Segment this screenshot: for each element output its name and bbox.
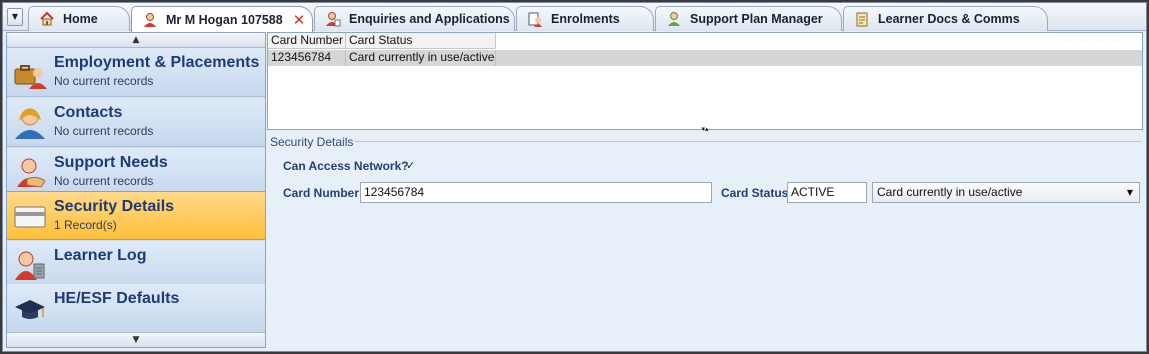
documents-icon (856, 12, 868, 27)
sidebar-item-contacts[interactable]: Contacts No current records (7, 98, 265, 147)
sidebar-item-employment-placements[interactable]: Employment & Placements No current recor… (7, 48, 265, 97)
sidebar-item-title: Security Details (54, 198, 175, 215)
tab-enrolments[interactable]: Enrolments (516, 6, 654, 31)
tab-support-plan-manager[interactable]: Support Plan Manager (655, 6, 842, 31)
card-number-label: Card Number (283, 186, 360, 200)
sidebar-item-subtitle: No current records (54, 74, 154, 88)
can-access-network-label: Can Access Network? (283, 159, 409, 173)
tab-learner-docs-label: Learner Docs & Comms (878, 12, 1020, 26)
card-status-label: Card Status (721, 186, 789, 200)
person-enquiry-icon (326, 12, 341, 27)
contacts-icon (15, 108, 45, 139)
sidebar-item-title: Support Needs (54, 154, 168, 171)
card-status-dropdown-value: Card currently in use/active (877, 185, 1023, 199)
security-details-panel: Security Details Can Access Network? ✓ C… (267, 131, 1143, 348)
sidebar-item-he-esf-defaults[interactable]: HE/ESF Defaults (7, 284, 265, 333)
sidebar-item-subtitle: No current records (54, 124, 154, 138)
tab-learner-record-label: Mr M Hogan 107588 (166, 12, 283, 27)
chevron-down-icon[interactable]: ▼ (1127, 183, 1133, 202)
tab-enrolments-label: Enrolments (551, 12, 620, 26)
sidebar-item-support-needs[interactable]: Support Needs No current records (7, 148, 265, 197)
table-cell-card-number: 123456784 (268, 50, 346, 66)
sidebar-item-subtitle: 1 Record(s) (54, 218, 117, 232)
card-icon (14, 206, 46, 228)
sidebar-item-title: HE/ESF Defaults (54, 290, 180, 307)
column-header-card-status[interactable]: Card Status (346, 33, 496, 49)
support-plan-icon (668, 12, 680, 26)
sidebar-item-title: Employment & Placements (54, 54, 260, 71)
learner-log-icon (15, 251, 45, 280)
sidebar-item-learner-log[interactable]: Learner Log (7, 241, 265, 290)
sidebar-scroll-up-button[interactable]: ▲ (7, 33, 265, 48)
tab-list-dropdown-button[interactable]: ▼ (7, 8, 23, 26)
card-status-code-field[interactable]: ACTIVE (787, 182, 867, 203)
can-access-network-checkbox[interactable]: ✓ (406, 159, 415, 172)
column-header-card-number[interactable]: Card Number (268, 33, 346, 49)
tab-support-plan-manager-label: Support Plan Manager (690, 12, 823, 26)
group-title: Security Details (270, 135, 354, 149)
sidebar-item-title: Learner Log (54, 247, 147, 264)
table-cell-card-status: Card currently in use/active (346, 50, 496, 66)
enrolments-icon (528, 12, 542, 27)
sidebar-item-subtitle: No current records (54, 174, 154, 188)
table-row[interactable]: 123456784 Card currently in use/active (268, 50, 1142, 66)
sidebar-scroll-down-button[interactable]: ▼ (7, 332, 265, 347)
home-icon (40, 11, 54, 26)
tab-home[interactable]: Home (28, 6, 130, 31)
sidebar: ▲ Employment & Placements No current rec… (6, 32, 266, 348)
grid-header: Card Number Card Status (268, 33, 496, 49)
panel-splitter[interactable]: ▾▴ (267, 125, 1143, 133)
briefcase-person-icon (14, 65, 47, 89)
sidebar-item-security-details[interactable]: Security Details 1 Record(s) (7, 191, 265, 240)
app-window: ▼ Home Mr M Hogan 107588 ✕ Enquiries and… (2, 2, 1147, 352)
graduation-cap-icon (15, 300, 45, 319)
tab-enquiries-label: Enquiries and Applications (349, 12, 510, 26)
security-records-grid: Card Number Card Status 123456784 Card c… (267, 32, 1143, 130)
support-hand-icon (17, 158, 46, 188)
tab-learner-docs[interactable]: Learner Docs & Comms (843, 6, 1048, 31)
person-icon (144, 12, 156, 27)
tab-enquiries[interactable]: Enquiries and Applications (314, 6, 515, 31)
card-number-field[interactable]: 123456784 (360, 182, 712, 203)
tab-home-label: Home (63, 12, 98, 26)
group-divider (355, 141, 1141, 142)
card-status-dropdown[interactable]: Card currently in use/active ▼ (872, 182, 1140, 203)
sidebar-item-title: Contacts (54, 104, 123, 121)
close-tab-icon[interactable]: ✕ (293, 11, 306, 29)
tab-learner-record[interactable]: Mr M Hogan 107588 ✕ (131, 6, 313, 32)
tab-strip: ▼ Home Mr M Hogan 107588 ✕ Enquiries and… (3, 3, 1146, 32)
